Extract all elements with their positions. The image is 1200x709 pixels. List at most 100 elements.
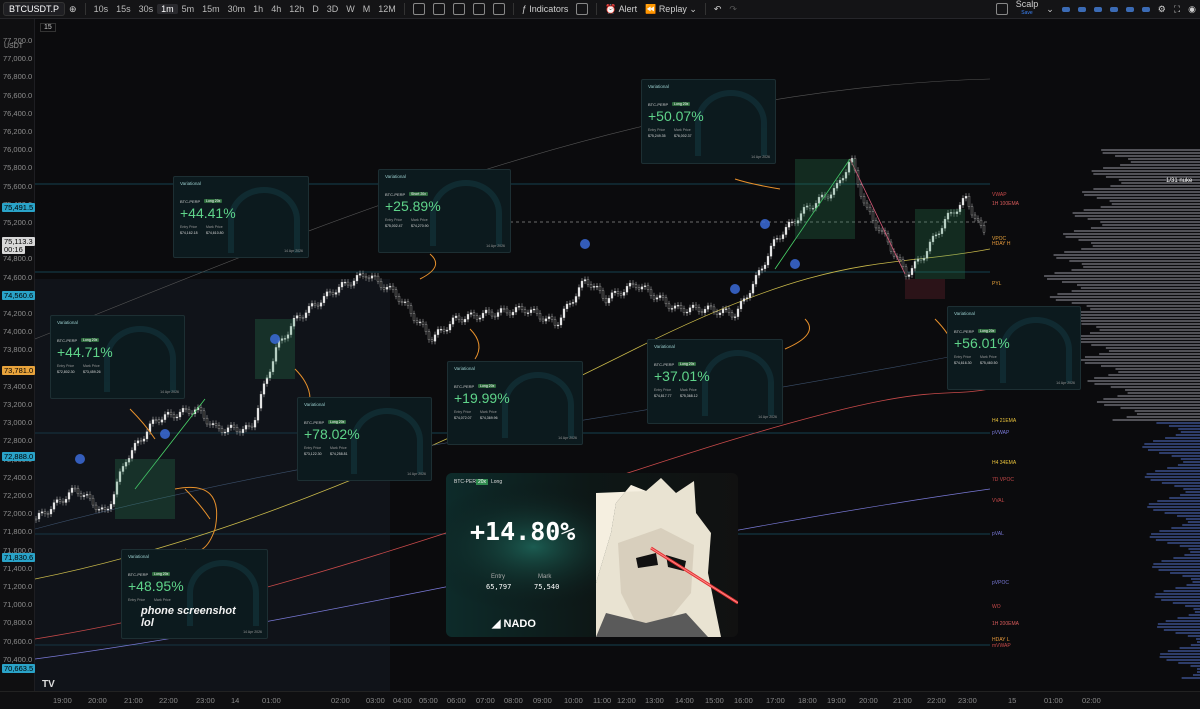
- timeframe-4h[interactable]: 4h: [267, 4, 285, 14]
- alert-icon[interactable]: [1061, 6, 1070, 12]
- alert-icon[interactable]: [1093, 6, 1102, 12]
- timeframe-15m[interactable]: 15m: [198, 4, 224, 14]
- timeframe-5m[interactable]: 5m: [178, 4, 199, 14]
- candle-body: [349, 284, 353, 287]
- annotation-text: phone screenshot lol: [141, 605, 236, 629]
- zone-box: [915, 209, 965, 279]
- redo-icon[interactable]: ↷: [725, 4, 741, 15]
- volume-bar: [1071, 269, 1200, 271]
- timeframe-1m[interactable]: 1m: [157, 4, 178, 14]
- timeframe-W[interactable]: W: [342, 4, 359, 14]
- price-tick: 71,400.0: [3, 563, 33, 573]
- volume-bar: [1104, 404, 1200, 406]
- card-entry-label: Entry Price: [180, 225, 198, 229]
- candle-body: [961, 198, 965, 206]
- card-mark-label: Mark Price: [83, 364, 100, 368]
- camera-icon[interactable]: ◉: [1184, 4, 1200, 15]
- time-tick: 20:00: [859, 696, 878, 705]
- card-mark-value: $74,270.90: [411, 224, 429, 228]
- candle-body: [49, 509, 53, 515]
- candle-body: [778, 238, 782, 240]
- timeframe-M[interactable]: M: [359, 4, 375, 14]
- undo-icon[interactable]: ↶: [710, 4, 726, 15]
- time-tick: 16:00: [734, 696, 753, 705]
- volume-bar: [1196, 638, 1200, 640]
- volume-bar: [1165, 620, 1200, 622]
- candle-body: [370, 275, 374, 279]
- timeframe-D[interactable]: D: [308, 4, 323, 14]
- volume-bar: [1126, 416, 1200, 418]
- layout-button[interactable]: Scalp Save: [1012, 0, 1043, 17]
- volume-bar: [1125, 389, 1200, 391]
- timeframe-30m[interactable]: 30m: [224, 4, 250, 14]
- layout-icon[interactable]: [995, 3, 1008, 15]
- price-tick: 74,200.0: [3, 309, 33, 318]
- volume-bar: [1185, 491, 1200, 493]
- candle-body: [145, 431, 149, 440]
- settings-gear-icon[interactable]: ⚙: [1154, 4, 1170, 15]
- candle-body: [94, 504, 98, 510]
- candle-body: [517, 306, 521, 308]
- volume-bar: [1183, 461, 1200, 463]
- candle-body: [556, 324, 560, 327]
- candle-body: [406, 301, 410, 306]
- volume-bar: [1157, 626, 1200, 628]
- candle-body: [37, 512, 41, 520]
- candle-body: [253, 420, 257, 428]
- price-tick: 75,800.0: [3, 163, 33, 173]
- candle-body: [376, 275, 380, 282]
- alert-icon[interactable]: [1141, 6, 1150, 12]
- area-style-icon[interactable]: [472, 3, 485, 15]
- timeframe-3D[interactable]: 3D: [323, 4, 343, 14]
- card-brand: Variational: [648, 84, 669, 89]
- alert-icon[interactable]: [1109, 6, 1118, 12]
- time-tick: 21:00: [893, 696, 912, 705]
- compare-icon[interactable]: [492, 3, 505, 15]
- candle-body: [157, 419, 161, 423]
- timeframe-1h[interactable]: 1h: [249, 4, 267, 14]
- candle-body: [445, 329, 449, 332]
- volume-bar: [1055, 299, 1200, 301]
- card-pair: BTC-PERP: [304, 420, 325, 425]
- bar-style-icon[interactable]: [432, 3, 445, 15]
- nado-side: Long: [491, 479, 503, 485]
- volume-bar: [1075, 335, 1200, 337]
- chevron-down-icon[interactable]: ⌄: [1042, 4, 1058, 15]
- candle-body: [388, 285, 392, 288]
- replay-button[interactable]: ⏪ Replay ⌄: [641, 4, 701, 15]
- time-axis[interactable]: 19:00 20:00 21:00 22:00 23:00 14 01:00 02:00 03:…: [0, 691, 1200, 709]
- tradingview-logo[interactable]: TV: [42, 679, 55, 690]
- alert-button[interactable]: ⏰ Alert: [601, 4, 641, 15]
- candle-body: [43, 511, 47, 514]
- timeframe-10s[interactable]: 10s: [90, 4, 113, 14]
- volume-bar: [1179, 545, 1200, 547]
- candle-body: [502, 308, 506, 310]
- line-style-icon[interactable]: [452, 3, 465, 15]
- card-mark-value: $75,460.50: [980, 361, 998, 365]
- candle-body: [601, 290, 605, 299]
- alert-icon[interactable]: [1077, 6, 1086, 12]
- top-toolbar: BTCUSDT.P ⊕ 10s 15s 30s 1m 5m 15m 30m 1h 4h 12h D 3…: [0, 0, 1200, 19]
- symbol-search-button[interactable]: BTCUSDT.P: [3, 2, 66, 16]
- price-axis[interactable]: USDT 77,200.0 77,000.0 76,800.0 76,600.0 76,…: [0, 19, 36, 691]
- time-tick: 02:00: [331, 696, 350, 705]
- chart-type-icon[interactable]: [412, 3, 425, 15]
- candle-body: [631, 282, 635, 285]
- candle-body: [754, 275, 758, 285]
- templates-icon[interactable]: [576, 3, 589, 15]
- alert-icon[interactable]: [1125, 6, 1134, 12]
- timeframe-12h[interactable]: 12h: [285, 4, 308, 14]
- card-entry-value: $74,162.18: [180, 231, 198, 235]
- candle-body: [520, 306, 524, 310]
- volume-bar: [1188, 548, 1200, 550]
- candle-body: [100, 507, 104, 510]
- timeframe-30s[interactable]: 30s: [135, 4, 158, 14]
- indicators-button[interactable]: ƒ Indicators: [518, 4, 573, 14]
- timeframe-12M[interactable]: 12M: [374, 4, 400, 14]
- timeframe-15s[interactable]: 15s: [112, 4, 135, 14]
- volume-bar: [1144, 443, 1200, 445]
- volume-bar: [1157, 623, 1200, 625]
- fullscreen-icon[interactable]: ⛶: [1170, 4, 1184, 15]
- candle-body: [748, 292, 752, 298]
- add-symbol-icon[interactable]: ⊕: [65, 4, 81, 15]
